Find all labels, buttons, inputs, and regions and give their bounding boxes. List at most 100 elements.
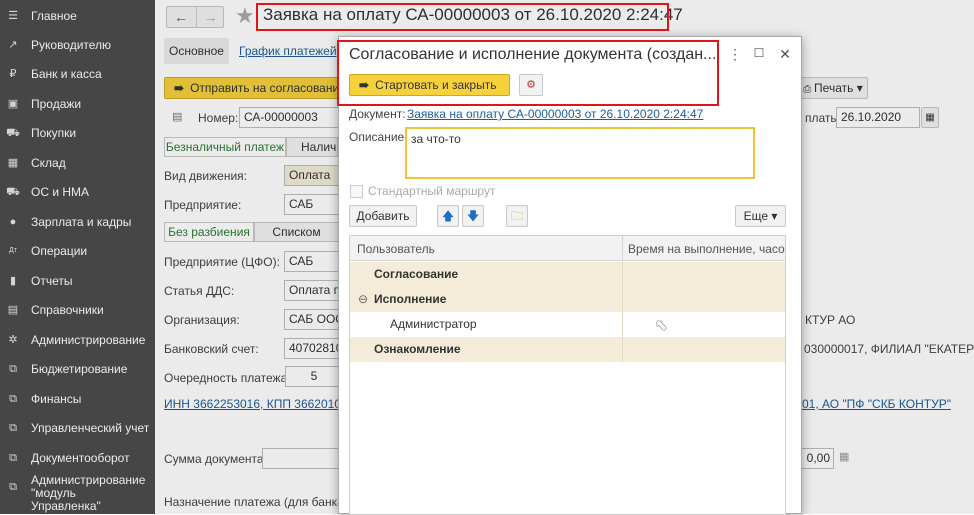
- sidebar-item-label: Руководителю: [31, 38, 112, 52]
- payment-date-field[interactable]: 26.10.2020: [836, 107, 920, 128]
- route-grid: Пользователь Время на выполнение, часов …: [349, 235, 786, 515]
- more-vertical-icon[interactable]: ⋮: [728, 46, 742, 63]
- segment-cashless[interactable]: Безналичный платеж: [164, 137, 286, 157]
- description-label: Описание:: [349, 130, 408, 144]
- tab-main[interactable]: Основное: [164, 38, 229, 64]
- sidebar-item-label: Покупки: [31, 126, 77, 140]
- print-button[interactable]: ⎙ Печать ▾: [798, 77, 868, 99]
- payment-priority-label: Очередность платежа:: [164, 371, 291, 385]
- tab-payment-schedule[interactable]: График платежей: [239, 44, 337, 58]
- sidebar-item-label: Зарплата и кадры: [31, 215, 132, 229]
- more-button[interactable]: Еще ▾: [735, 205, 786, 227]
- truck-icon: ⛟: [6, 186, 20, 198]
- more-label: Еще: [743, 209, 769, 223]
- grid-row-name: Согласование: [374, 267, 459, 281]
- enterprise-cfo-label: Предприятие (ЦФО):: [164, 255, 280, 269]
- document-sum-field[interactable]: [262, 448, 339, 469]
- link-icon: ⧉: [9, 393, 17, 405]
- dds-article-field[interactable]: Оплата по: [284, 280, 339, 301]
- grid-row[interactable]: Согласование: [350, 262, 785, 287]
- cart-icon: ⛟: [6, 127, 20, 139]
- warehouse-icon: ▦: [7, 157, 19, 169]
- calendar-icon[interactable]: ▦: [921, 107, 939, 128]
- bar-chart-icon: ▮: [9, 275, 17, 287]
- sidebar-item-label: Управленческий учет: [31, 421, 150, 435]
- sidebar-item-label: Администрирование: [31, 333, 146, 347]
- document-sum-label: Сумма документа:: [164, 452, 267, 466]
- payment-purpose-label: Назначение платежа (для банка):: [164, 495, 352, 509]
- inn-link[interactable]: ИНН 3662253016, КПП 366201001: [164, 397, 354, 411]
- move-up-icon[interactable]: 🡅: [437, 205, 459, 227]
- bank-account-label: Банковский счет:: [164, 342, 259, 356]
- standard-route-label: Стандартный маршрут: [368, 184, 496, 198]
- link-icon: ⧉: [9, 422, 17, 434]
- segment-no-split[interactable]: Без разбиения: [164, 222, 254, 242]
- number-label: Номер:: [198, 111, 239, 125]
- enterprise-field[interactable]: САБ: [284, 194, 339, 215]
- link-icon: ⧉: [9, 363, 17, 375]
- grid-row-name: Ознакомление: [374, 342, 461, 356]
- counterparty-field-partial[interactable]: КТУР АО: [805, 313, 855, 327]
- payment-priority-field[interactable]: 5: [285, 366, 339, 387]
- grid-row[interactable]: Администратор: [350, 312, 785, 337]
- forward-arrow-icon[interactable]: →: [196, 7, 224, 27]
- sidebar-item-label: Банк и касса: [31, 67, 102, 81]
- sidebar-item-label: Операции: [31, 244, 88, 258]
- approval-dialog: Согласование и исполнение документа (соз…: [338, 36, 802, 515]
- grid-row[interactable]: ⊖ Исполнение: [350, 287, 785, 312]
- movement-type-field[interactable]: Оплата: [284, 165, 339, 186]
- calculator-icon[interactable]: ▦: [839, 450, 849, 463]
- chart-icon: ↗: [8, 39, 18, 51]
- description-field[interactable]: за что-то: [405, 127, 755, 179]
- sum-field-right[interactable]: 0,00: [798, 448, 834, 469]
- counterparty-inn-link[interactable]: 01, АО "ПФ "СКБ КОНТУР": [802, 397, 951, 411]
- sidebar-item-label: Склад: [31, 156, 66, 170]
- sidebar-item-label: Финансы: [31, 392, 82, 406]
- maximize-icon[interactable]: ☐: [752, 46, 766, 60]
- add-group-folder-icon[interactable]: 🗀: [506, 205, 528, 227]
- grid-row-name: Исполнение: [374, 292, 447, 306]
- sidebar-item-label: Бюджетирование: [31, 362, 128, 376]
- send-for-approval-label: Отправить на согласование: [190, 81, 344, 95]
- column-time[interactable]: Время на выполнение, часов: [628, 242, 785, 256]
- organization-label: Организация:: [164, 313, 240, 327]
- printer-icon: ⎙: [803, 84, 815, 95]
- organization-field[interactable]: САБ ООО: [284, 309, 339, 330]
- dds-article-label: Статья ДДС:: [164, 284, 235, 298]
- send-for-approval-button[interactable]: ➠ Отправить на согласование: [164, 77, 344, 99]
- enterprise-label: Предприятие:: [164, 198, 242, 212]
- grid-row-name: Администратор: [390, 317, 477, 331]
- sidebar-item-label: Документооборот: [31, 451, 130, 465]
- bank-account-field[interactable]: 407028103: [284, 338, 339, 359]
- book-icon: ▤: [7, 304, 19, 316]
- number-field[interactable]: СА-00000003: [239, 107, 339, 128]
- enterprise-cfo-field[interactable]: САБ: [284, 251, 339, 272]
- sidebar-item-label: Отчеты: [31, 274, 73, 288]
- favorite-star-icon[interactable]: ★: [235, 3, 255, 29]
- counterparty-bank-partial[interactable]: 030000017, ФИЛИАЛ "ЕКАТЕРИНБ: [804, 342, 974, 356]
- coin-icon: ₽: [9, 68, 17, 80]
- sidebar-item-label: Главное: [31, 9, 77, 23]
- link-icon: ⧉: [9, 452, 17, 464]
- arrow-right-icon: ➠: [174, 81, 185, 95]
- back-arrow-icon[interactable]: ←: [167, 7, 195, 27]
- standard-route-checkbox[interactable]: [350, 185, 363, 198]
- link-icon: ⧉: [9, 481, 17, 493]
- history-nav: ← →: [166, 6, 224, 28]
- collapse-icon[interactable]: ⊖: [358, 287, 368, 312]
- print-label: Печать: [814, 81, 854, 95]
- sidebar: ☰ Главное ↗ Руководителю ₽ Банк и касса ▣ Прода…: [0, 0, 155, 514]
- sidebar-item-label: Администрирование "модуль Управленка": [31, 473, 146, 513]
- close-icon[interactable]: ✕: [778, 46, 792, 63]
- segment-cash[interactable]: Налич: [286, 137, 338, 157]
- document-link[interactable]: Заявка на оплату СА-00000003 от 26.10.20…: [407, 107, 703, 121]
- grid-row[interactable]: Ознакомление: [350, 337, 785, 362]
- segment-list[interactable]: Списком: [254, 222, 339, 242]
- move-down-icon[interactable]: 🡇: [462, 205, 484, 227]
- person-icon: ●: [9, 216, 17, 228]
- movement-type-label: Вид движения:: [164, 169, 247, 183]
- mouse-cursor-icon: ⬉: [655, 317, 668, 334]
- column-user[interactable]: Пользователь: [357, 242, 435, 256]
- add-button[interactable]: Добавить: [349, 205, 417, 227]
- document-list-icon[interactable]: ▤: [172, 110, 182, 123]
